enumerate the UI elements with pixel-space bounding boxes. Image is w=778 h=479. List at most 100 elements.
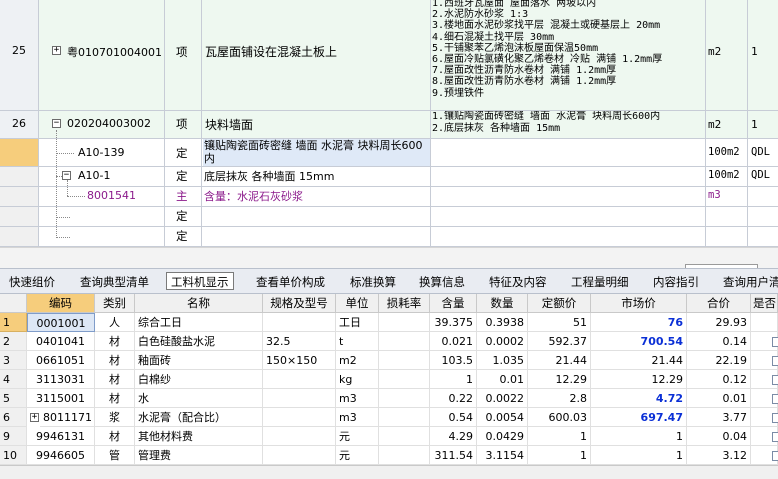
row-number: 6 [0,408,27,427]
column-header-category[interactable]: 类别 [95,294,135,313]
collapse-icon[interactable]: − [62,171,71,180]
resource-total: 0.12 [687,370,751,389]
row-number: 2 [0,332,27,351]
resource-code[interactable]: 0401041 [27,332,95,351]
bill-unit: m2 [708,118,722,131]
quota-type: 定 [176,146,188,160]
resource-unit: kg [336,370,379,389]
resource-code[interactable]: 9946605 [27,446,95,465]
tab-quantity-detail[interactable]: 工程量明细 [571,273,629,291]
resource-loss-rate [379,389,430,408]
resource-unit: m2 [336,351,379,370]
column-header-unit[interactable]: 单位 [336,294,379,313]
resource-market-price[interactable]: 697.47 [591,408,687,427]
resource-code[interactable]: 0001001 [27,313,95,332]
column-header-name[interactable]: 名称 [135,294,263,313]
flag-checkbox[interactable] [772,337,778,347]
column-header-quantity[interactable]: 数量 [477,294,528,313]
flag-checkbox[interactable] [772,394,778,404]
quota-type: 定 [176,209,188,223]
tab-features-content[interactable]: 特征及内容 [489,273,547,291]
resource-category: 材 [95,351,135,370]
tab-typical-bill[interactable]: 查询典型清单 [80,273,149,291]
resource-content: 0.021 [430,332,477,351]
bill-description: 1.西班牙瓦屋面 屋面落水 两坡以内 2.水泥防水砂浆 1:3 3.楼地面水泥砂… [432,0,663,99]
column-header-code[interactable]: 编码 [27,294,95,313]
resource-market-price[interactable]: 12.29 [591,370,687,389]
resource-code[interactable]: 0661051 [27,351,95,370]
resource-spec [263,446,336,465]
collapse-icon[interactable]: − [52,119,61,128]
resource-code[interactable]: 3113031 [27,370,95,389]
bill-code: 粤010701004001 [67,46,162,59]
material-code: 8001541 [87,189,136,202]
resource-loss-rate [379,446,430,465]
resource-market-price[interactable]: 21.44 [591,351,687,370]
resource-quantity: 0.0054 [477,408,528,427]
resource-loss-rate [379,351,430,370]
resource-market-price[interactable]: 1 [591,446,687,465]
resource-name: 其他材料费 [135,427,263,446]
bill-name: 块料墙面 [205,118,254,132]
column-header-market-price[interactable]: 市场价 [591,294,687,313]
resource-unit: 元 [336,427,379,446]
resource-market-price[interactable]: 76 [591,313,687,332]
resource-quota-price: 1 [528,446,591,465]
quota-code: A10-139 [78,146,125,159]
flag-checkbox[interactable] [772,375,778,385]
resource-code[interactable]: 3115001 [27,389,95,408]
quota-type: 定 [176,229,188,243]
flag-checkbox[interactable] [772,356,778,366]
resource-name: 水 [135,389,263,408]
column-header-quota-price[interactable]: 定额价 [528,294,591,313]
resource-quantity: 0.3938 [477,313,528,332]
tab-conversion-info[interactable]: 换算信息 [419,273,465,291]
resource-content: 311.54 [430,446,477,465]
column-header-spec[interactable]: 规格及型号 [263,294,336,313]
tab-labor-material-machine[interactable]: 工料机显示 [166,272,234,290]
tab-standard-conversion[interactable]: 标准换算 [350,273,396,291]
resource-spec: 150×150 [263,351,336,370]
resource-code[interactable]: 8011171 [40,408,95,427]
quota-quantity: QDL [751,169,770,181]
resource-quota-price: 12.29 [528,370,591,389]
resource-loss-rate [379,427,430,446]
bill-unit: m2 [708,45,722,58]
column-header-content[interactable]: 含量 [430,294,477,313]
column-header-total[interactable]: 合价 [687,294,751,313]
resource-category: 材 [95,427,135,446]
expand-icon[interactable]: + [52,46,61,55]
flag-checkbox[interactable] [772,432,778,442]
resource-code[interactable]: 9946131 [27,427,95,446]
quota-unit: 100m2 [708,146,740,158]
row-number: 26 [12,117,26,130]
material-type: 主 [176,189,188,203]
row-number: 1 [0,313,27,332]
resource-market-price[interactable]: 700.54 [591,332,687,351]
row-number: 3 [0,351,27,370]
resource-total: 0.01 [687,389,751,408]
tab-user-bill-query[interactable]: 查询用户清 [723,273,778,291]
resource-content: 4.29 [430,427,477,446]
resource-quota-price: 51 [528,313,591,332]
resource-spec [263,313,336,332]
resource-market-price[interactable]: 4.72 [591,389,687,408]
resource-market-price[interactable]: 1 [591,427,687,446]
resource-unit: m3 [336,408,379,427]
bill-type: 项 [176,45,188,59]
resource-quantity: 1.035 [477,351,528,370]
column-header-loss-rate[interactable]: 损耗率 [379,294,430,313]
flag-checkbox[interactable] [772,413,778,423]
tab-quick-pricing[interactable]: 快速组价 [9,273,55,291]
resource-loss-rate [379,332,430,351]
expand-icon[interactable]: + [30,413,39,422]
resource-name: 综合工日 [135,313,263,332]
quota-type: 定 [176,169,188,183]
resource-category: 管 [95,446,135,465]
resource-quantity: 0.0022 [477,389,528,408]
column-header-flag[interactable]: 是否 [751,294,778,313]
resource-loss-rate [379,408,430,427]
tab-unit-price-composition[interactable]: 查看单价构成 [256,273,325,291]
flag-checkbox[interactable] [772,451,778,461]
tab-content-guide[interactable]: 内容指引 [653,273,699,291]
